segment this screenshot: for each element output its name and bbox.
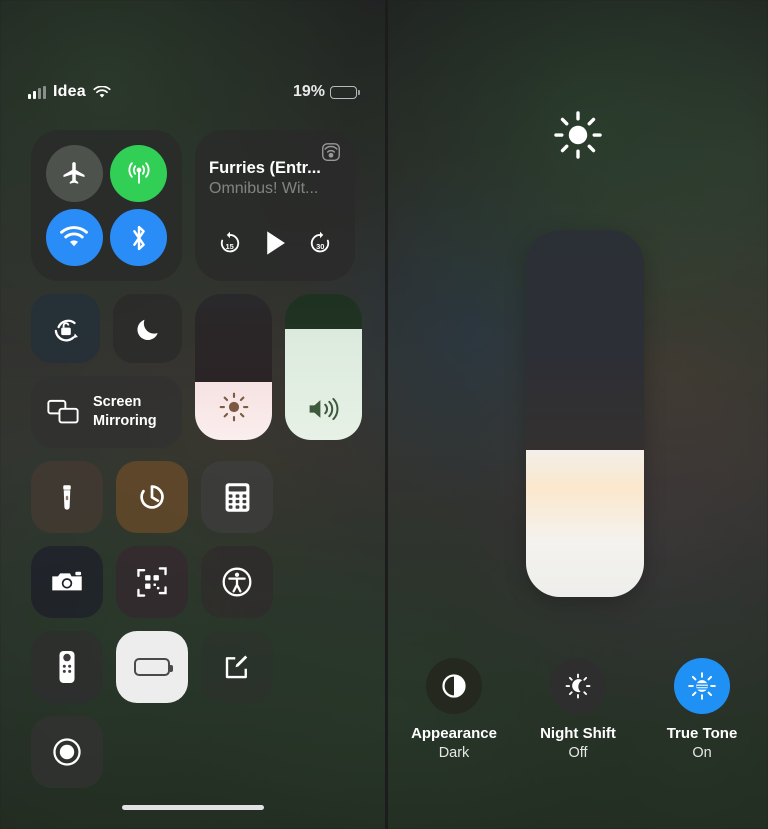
carrier-label: Idea (53, 83, 86, 101)
display-options-row: Appearance Dark Night Shift Off (388, 658, 768, 761)
screenshot-panes: Idea 19% (0, 0, 768, 829)
quick-note-button[interactable] (201, 631, 273, 703)
volume-icon (306, 394, 342, 424)
night-shift-option[interactable]: Night Shift Off (535, 658, 621, 761)
appearance-value: Dark (439, 745, 470, 761)
camera-button[interactable] (31, 546, 103, 618)
true-tone-label: True Tone (667, 725, 738, 742)
low-power-mode-button[interactable] (116, 631, 188, 703)
wifi-button[interactable] (46, 209, 103, 266)
cellular-signal-icon (28, 86, 46, 99)
screen-record-icon (51, 736, 83, 768)
true-tone-option[interactable]: True Tone On (659, 658, 745, 761)
appearance-option[interactable]: Appearance Dark (411, 658, 497, 761)
true-tone-icon (686, 670, 718, 702)
status-bar-right: 19% (293, 83, 357, 101)
screen-mirroring-button[interactable]: Screen Mirroring (31, 376, 182, 448)
accessibility-button[interactable] (201, 546, 273, 618)
screen-mirroring-label: Screen Mirroring (93, 393, 157, 430)
volume-slider-fill (285, 329, 362, 440)
status-bar-left: Idea (28, 83, 111, 101)
wifi-icon (93, 86, 111, 99)
calculator-icon (224, 482, 251, 513)
brightness-slider-expanded[interactable] (526, 230, 644, 597)
status-bar: Idea 19% (0, 80, 385, 104)
camera-icon (50, 568, 84, 596)
accessibility-icon (220, 565, 254, 599)
true-tone-value: On (692, 745, 711, 761)
airplane-mode-icon (60, 159, 88, 187)
toggle-tiles (31, 294, 182, 363)
brightness-detail-pane: Appearance Dark Night Shift Off (388, 0, 768, 829)
remote-icon (58, 650, 76, 684)
appearance-label: Appearance (411, 725, 497, 742)
screen-mirroring-label-line1: Screen (93, 393, 157, 412)
control-center-pane: Idea 19% (0, 0, 385, 829)
cc-row-2: Screen Mirroring (31, 294, 355, 448)
brightness-slider-expanded-fill (526, 450, 644, 597)
skip-back-15-button[interactable]: 15 (217, 230, 243, 261)
screen-mirroring-label-line2: Mirroring (93, 412, 157, 431)
flashlight-icon (52, 482, 82, 512)
appearance-icon (439, 671, 469, 701)
utilities-grid (31, 461, 355, 788)
control-center-grid: Furries (Entr... Omnibus! Wit... 15 (31, 130, 355, 788)
play-button[interactable] (258, 226, 292, 265)
night-shift-icon (563, 671, 593, 701)
flashlight-button[interactable] (31, 461, 103, 533)
apple-tv-remote-button[interactable] (31, 631, 103, 703)
true-tone-button[interactable] (674, 658, 730, 714)
sun-icon (551, 108, 605, 162)
night-shift-button[interactable] (550, 658, 606, 714)
night-shift-value: Off (568, 745, 587, 761)
do-not-disturb-button[interactable] (113, 294, 182, 363)
code-scanner-button[interactable] (116, 546, 188, 618)
cellular-data-icon (124, 158, 154, 188)
battery-percent-label: 19% (293, 83, 325, 101)
timer-icon (136, 481, 168, 513)
airplane-mode-button[interactable] (46, 145, 103, 202)
airplay-audio-icon[interactable] (320, 141, 342, 163)
brightness-slider-fill (195, 382, 272, 440)
connectivity-group[interactable] (31, 130, 182, 281)
media-subtitle: Omnibus! Wit... (209, 179, 341, 199)
moon-icon (134, 315, 162, 343)
timer-button[interactable] (116, 461, 188, 533)
wifi-icon (59, 226, 89, 250)
calculator-button[interactable] (201, 461, 273, 533)
media-controls: 15 30 (195, 226, 355, 265)
bluetooth-icon (126, 223, 152, 253)
qr-code-scanner-icon (136, 566, 168, 598)
appearance-button[interactable] (426, 658, 482, 714)
skip-forward-30-button[interactable]: 30 (307, 230, 333, 261)
rotation-lock-icon (50, 313, 82, 345)
night-shift-label: Night Shift (540, 725, 616, 742)
cc-row-1: Furries (Entr... Omnibus! Wit... 15 (31, 130, 355, 281)
skip-forward-amount: 30 (307, 230, 333, 261)
screen-mirroring-icon (47, 398, 81, 426)
screen-record-button[interactable] (31, 716, 103, 788)
cellular-data-button[interactable] (110, 145, 167, 202)
battery-icon (330, 86, 357, 99)
brightness-slider[interactable] (195, 294, 272, 440)
cc-left-stack: Screen Mirroring (31, 294, 182, 448)
bluetooth-button[interactable] (110, 209, 167, 266)
low-power-battery-icon (134, 658, 170, 676)
brightness-icon (217, 390, 251, 424)
play-icon (258, 226, 292, 260)
rotation-lock-button[interactable] (31, 294, 100, 363)
cc-sliders (195, 294, 362, 448)
home-indicator[interactable] (122, 805, 264, 810)
media-player-card[interactable]: Furries (Entr... Omnibus! Wit... 15 (195, 130, 355, 281)
quick-note-icon (222, 652, 252, 682)
volume-slider[interactable] (285, 294, 362, 440)
skip-back-amount: 15 (217, 230, 243, 261)
